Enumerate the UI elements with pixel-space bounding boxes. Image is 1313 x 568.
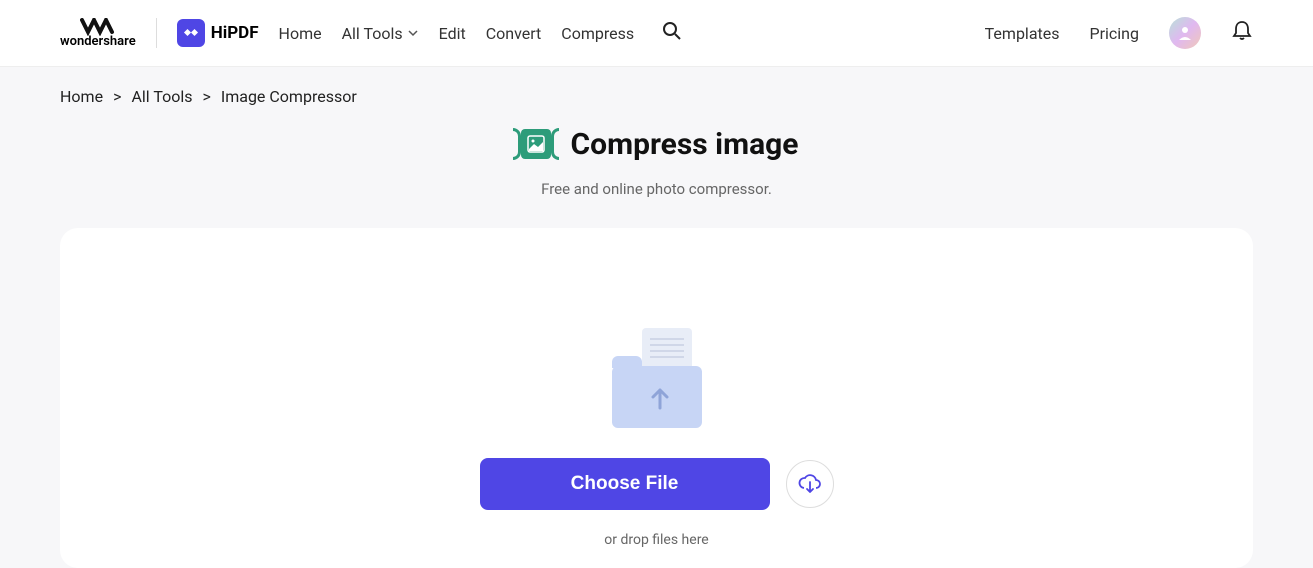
- nav-templates[interactable]: Templates: [985, 24, 1060, 43]
- nav-compress[interactable]: Compress: [561, 24, 634, 43]
- page-title: Compress image: [571, 127, 799, 162]
- user-avatar[interactable]: [1169, 17, 1201, 49]
- nav-convert[interactable]: Convert: [486, 24, 542, 43]
- divider: [156, 18, 157, 48]
- search-button[interactable]: [662, 21, 682, 45]
- nav-all-tools[interactable]: All Tools: [342, 24, 419, 43]
- breadcrumb-home[interactable]: Home: [60, 87, 103, 106]
- upload-card: Choose File or drop files here: [60, 228, 1253, 568]
- page-subtitle: Free and online photo compressor.: [0, 180, 1313, 198]
- wondershare-text: wondershare: [60, 34, 136, 49]
- upload-actions: Choose File: [60, 458, 1253, 510]
- nav-pricing[interactable]: Pricing: [1090, 24, 1140, 43]
- notifications-button[interactable]: [1231, 20, 1253, 46]
- upload-arrow-icon: [649, 384, 671, 410]
- hipdf-icon: [177, 19, 205, 47]
- hipdf-logo[interactable]: HiPDF: [177, 19, 259, 47]
- chevron-down-icon: [407, 27, 419, 39]
- breadcrumb-current: Image Compressor: [221, 87, 357, 106]
- wondershare-logo[interactable]: wondershare: [60, 18, 136, 49]
- cloud-download-icon: [798, 472, 822, 496]
- cloud-upload-button[interactable]: [786, 460, 834, 508]
- title-section: Compress image Free and online photo com…: [0, 126, 1313, 198]
- choose-file-button[interactable]: Choose File: [480, 458, 770, 510]
- breadcrumb: Home > All Tools > Image Compressor: [0, 67, 1313, 116]
- breadcrumb-all-tools[interactable]: All Tools: [131, 87, 192, 106]
- breadcrumb-sep: >: [113, 87, 121, 106]
- upload-illustration: [607, 328, 707, 428]
- app-header: wondershare HiPDF Home All Tools Edit Co…: [0, 0, 1313, 67]
- breadcrumb-sep: >: [202, 87, 210, 106]
- search-icon: [662, 21, 682, 41]
- nav-edit[interactable]: Edit: [439, 24, 466, 43]
- nav-home[interactable]: Home: [279, 24, 322, 43]
- bell-icon: [1231, 20, 1253, 42]
- nav-all-tools-label: All Tools: [342, 24, 403, 43]
- right-nav: Templates Pricing: [985, 17, 1253, 49]
- drop-files-text: or drop files here: [60, 532, 1253, 548]
- user-icon: [1177, 25, 1193, 41]
- hipdf-text: HiPDF: [211, 23, 259, 43]
- main-nav: Home All Tools Edit Convert Compress: [279, 21, 683, 45]
- compress-image-icon: [515, 126, 557, 162]
